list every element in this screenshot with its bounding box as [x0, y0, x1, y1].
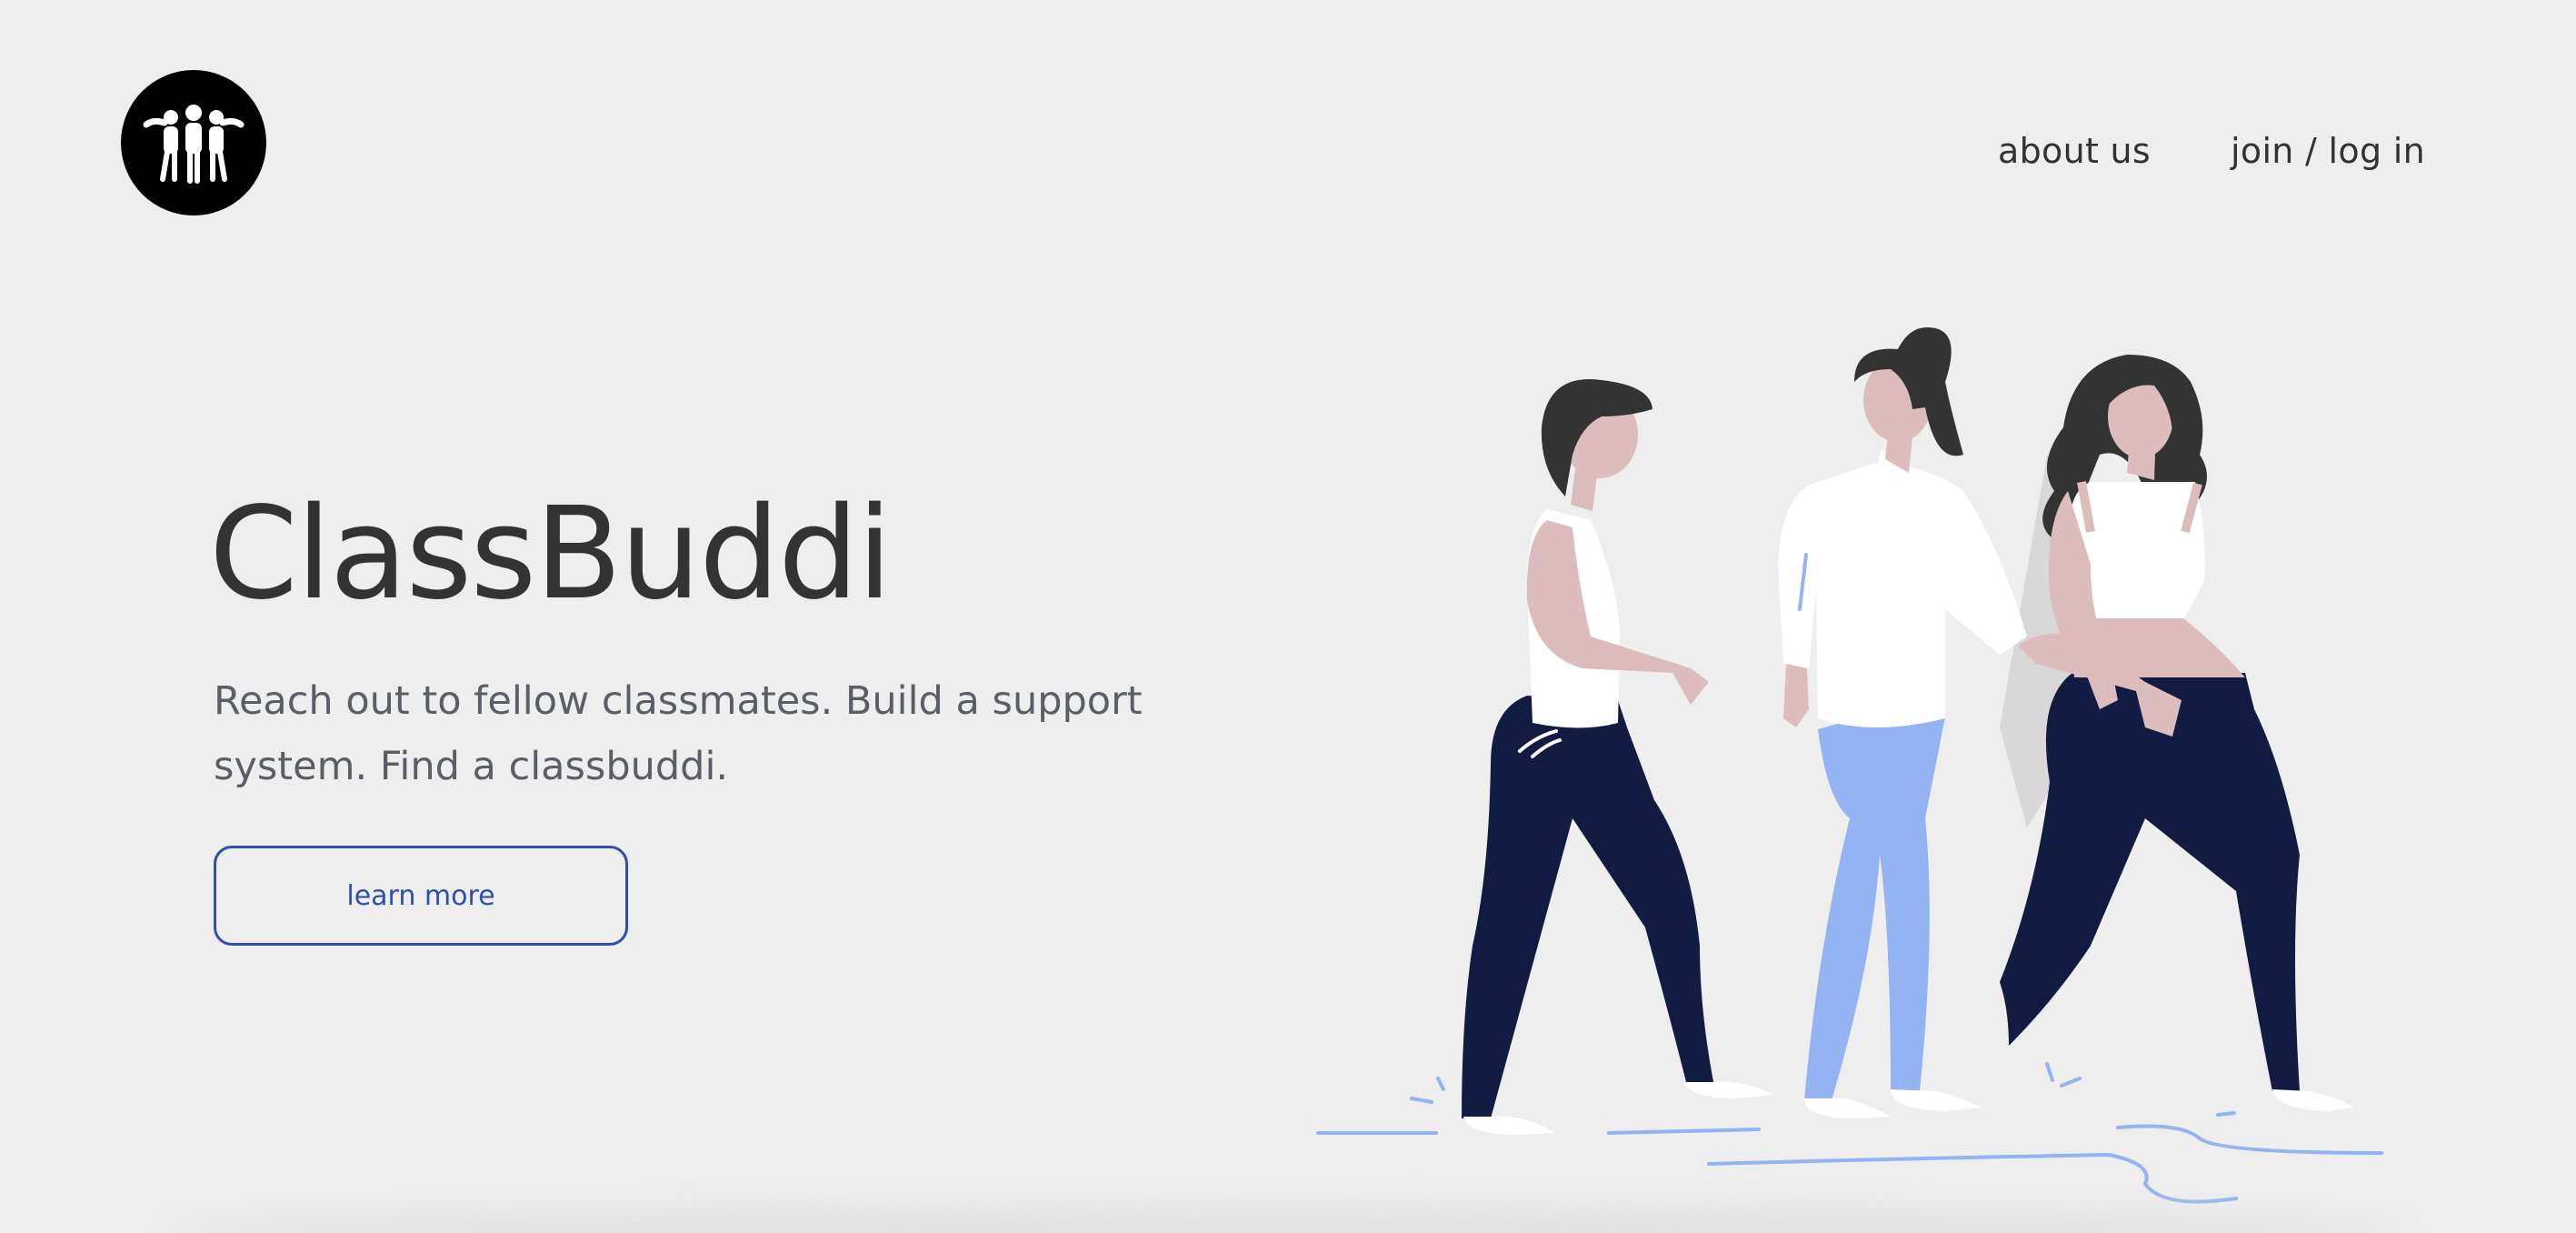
hero-subtitle: Reach out to fellow classmates. Build a … — [214, 678, 1143, 789]
group-of-people-icon — [143, 105, 245, 184]
figure-left — [1462, 379, 1772, 1135]
three-people-walking-illustration — [1316, 327, 2383, 1204]
figure-right — [2000, 355, 2354, 1111]
landing-page: about us join / log in ClassBuddi Reach … — [0, 0, 2576, 1233]
top-nav: about us join / log in — [1998, 131, 2425, 171]
figure-middle — [1778, 327, 2027, 1118]
nav-join-log-in[interactable]: join / log in — [2231, 131, 2425, 171]
learn-more-button[interactable]: learn more — [214, 846, 628, 946]
logo[interactable] — [121, 70, 266, 216]
nav-about-us[interactable]: about us — [1998, 131, 2151, 171]
hero-title: ClassBuddi — [209, 480, 893, 628]
